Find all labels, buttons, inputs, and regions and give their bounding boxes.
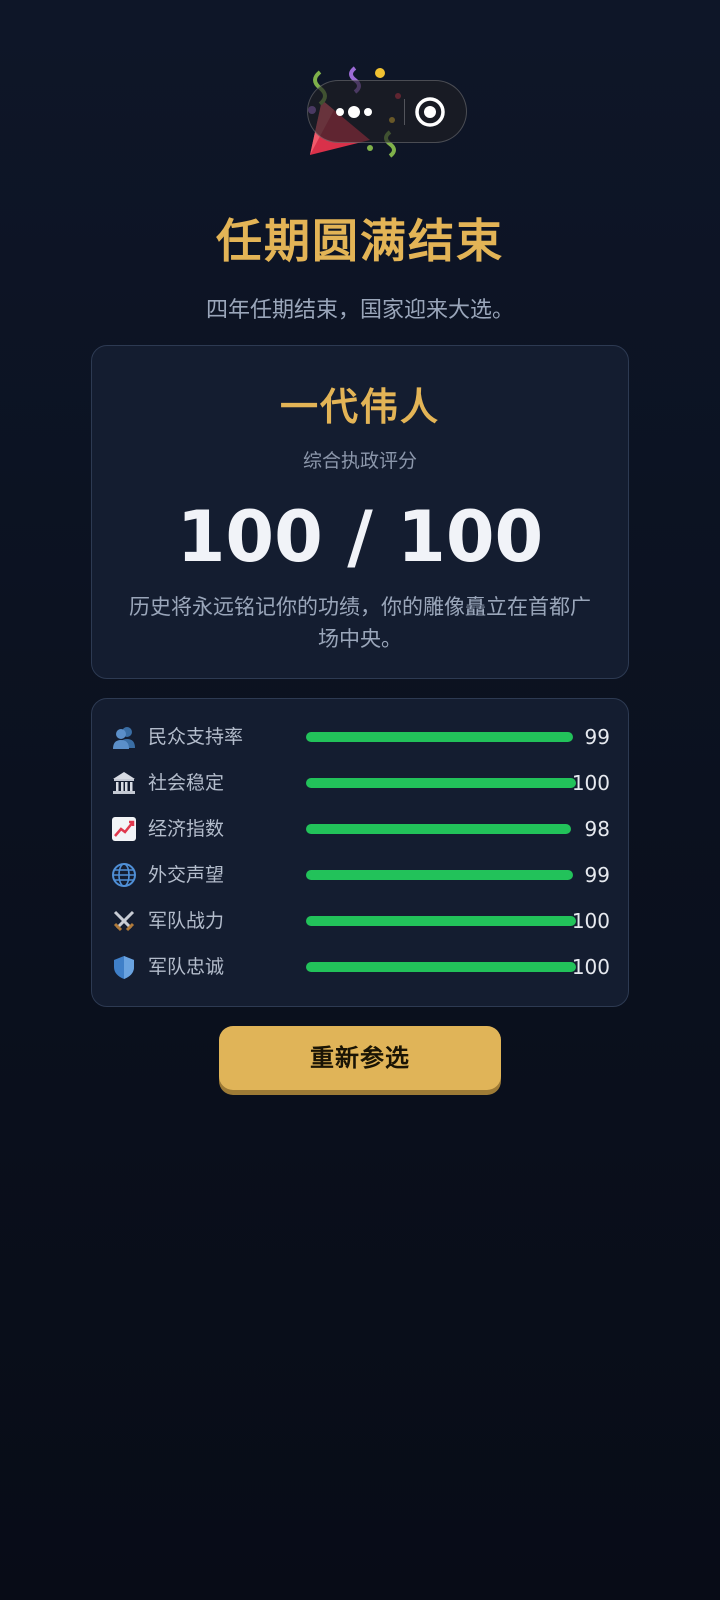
more-dots-icon[interactable]: [328, 101, 388, 123]
shield-icon: [110, 953, 138, 981]
stat-value: 98: [584, 817, 610, 841]
stat-row-diplomacy: 外交声望 99: [110, 859, 610, 891]
stat-row-economy: 经济指数 98: [110, 813, 610, 845]
stat-value: 100: [571, 771, 610, 795]
stat-bar: [306, 732, 576, 742]
stat-label: 外交声望: [148, 864, 225, 886]
score-description: 历史将永远铭记你的功绩，你的雕像矗立在首都广场中央。: [129, 595, 591, 651]
stat-value: 99: [584, 863, 610, 887]
stat-label: 经济指数: [148, 818, 225, 840]
rank-title: 一代伟人: [279, 385, 440, 429]
page-title: 任期圆满结束: [216, 214, 504, 268]
capsule-divider: [404, 99, 405, 125]
stat-bar: [306, 962, 576, 972]
stat-bar-fill: [306, 824, 571, 834]
institution-icon: [110, 769, 138, 797]
mini-program-capsule: [307, 80, 467, 143]
stat-row-stability: 社会稳定 100: [110, 767, 610, 799]
target-circle-icon[interactable]: [413, 95, 447, 129]
stat-row-military-power: 军队战力 100: [110, 905, 610, 937]
score-card: 一代伟人 综合执政评分 100 / 100 历史将永远铭记你的功绩，你的雕像矗立…: [91, 345, 629, 679]
stat-value: 100: [571, 955, 610, 979]
restart-button[interactable]: 重新参选: [219, 1026, 501, 1090]
score-value: 100 / 100: [176, 496, 544, 578]
stat-label: 社会稳定: [148, 772, 225, 794]
stat-row-support: 民众支持率 99: [110, 721, 610, 753]
stat-row-military-loyalty: 军队忠诚 100: [110, 951, 610, 983]
stat-bar: [306, 870, 576, 880]
globe-icon: [110, 861, 138, 889]
stat-bar-fill: [306, 778, 576, 788]
stats-card: 民众支持率 99 社会稳定 100 经济指数 98 外交声望 99 军队战力 1…: [91, 698, 629, 1007]
people-icon: [110, 723, 138, 751]
stat-bar: [306, 824, 576, 834]
stat-label: 民众支持率: [148, 726, 244, 748]
stat-bar: [306, 778, 576, 788]
chart-up-icon: [110, 815, 138, 843]
stat-bar-fill: [306, 962, 576, 972]
stat-bar-fill: [306, 732, 574, 742]
stat-bar-fill: [306, 870, 574, 880]
crossed-swords-icon: [110, 907, 138, 935]
stat-bar: [306, 916, 576, 926]
page-subtitle: 四年任期结束，国家迎来大选。: [205, 298, 514, 323]
stat-value: 100: [571, 909, 610, 933]
score-label: 综合执政评分: [302, 450, 417, 472]
stat-value: 99: [584, 725, 610, 749]
stat-bar-fill: [306, 916, 576, 926]
stat-label: 军队忠诚: [148, 956, 225, 978]
stat-label: 军队战力: [148, 910, 225, 932]
